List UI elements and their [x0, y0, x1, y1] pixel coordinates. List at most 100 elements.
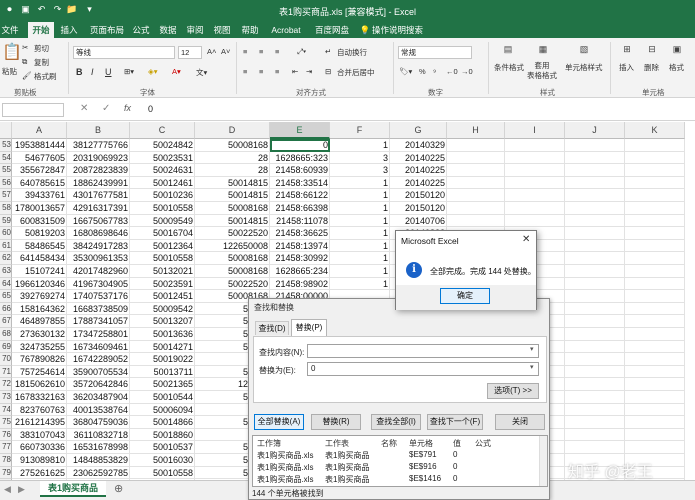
insert-cells-icon[interactable]: ⊞: [617, 43, 637, 55]
cell-j[interactable]: [565, 277, 625, 291]
paste-icon[interactable]: 📋: [2, 44, 22, 62]
replace-all-button[interactable]: 全部替换(A): [254, 414, 304, 430]
cell-j[interactable]: [565, 214, 625, 228]
cell-k[interactable]: [625, 416, 685, 429]
cell-k[interactable]: [625, 290, 685, 303]
cell-b[interactable]: 42017482960: [67, 265, 130, 278]
fill-color-icon[interactable]: ◈▾: [148, 67, 158, 76]
cell-b[interactable]: 42916317391: [67, 202, 130, 215]
cell-j[interactable]: [565, 239, 625, 253]
cell-a[interactable]: 641458434: [12, 252, 67, 265]
format-cells-icon[interactable]: ▣: [667, 43, 687, 55]
cell-a[interactable]: 355672847: [12, 164, 67, 177]
cell-a[interactable]: 1953881444: [12, 139, 67, 152]
row-header[interactable]: 75: [0, 416, 12, 429]
cell-j[interactable]: [565, 139, 625, 152]
select-all-corner[interactable]: [0, 122, 12, 139]
cell-g[interactable]: 20140706: [390, 214, 447, 228]
find-input[interactable]: [307, 344, 539, 358]
cell-a[interactable]: 1966120346: [12, 277, 67, 291]
cell-j[interactable]: [565, 328, 625, 341]
cell-h[interactable]: [447, 214, 505, 228]
cell-a[interactable]: 158164362: [12, 302, 67, 316]
paste-button[interactable]: 粘贴: [2, 66, 17, 77]
number-format-select[interactable]: 常规: [398, 46, 472, 59]
results-scrollbar[interactable]: [539, 436, 547, 486]
tab-review[interactable]: 审阅: [183, 22, 207, 38]
cell-c[interactable]: 50010558: [130, 466, 195, 480]
cell-j[interactable]: [565, 202, 625, 215]
cell-j[interactable]: [565, 416, 625, 429]
cell-c[interactable]: 50009542: [130, 302, 195, 316]
cell-h[interactable]: [447, 139, 505, 152]
cell-a[interactable]: 660730336: [12, 441, 67, 454]
cell-k[interactable]: [625, 151, 685, 165]
cell-b[interactable]: 35900705534: [67, 365, 130, 379]
cell-c[interactable]: 50013636: [130, 328, 195, 341]
cell-d[interactable]: 50008168: [195, 202, 270, 215]
cell-a[interactable]: 2161214395: [12, 416, 67, 429]
copy-button[interactable]: 复制: [34, 57, 49, 68]
row-header[interactable]: 77: [0, 441, 12, 454]
cell-e[interactable]: 21458:11078: [270, 214, 330, 228]
cell-k[interactable]: [625, 391, 685, 404]
cell-d[interactable]: 122650008: [195, 239, 270, 253]
cell-c[interactable]: 50021365: [130, 378, 195, 391]
prev-sheet-icon[interactable]: ◀: [4, 484, 11, 495]
cell-c[interactable]: 50132021: [130, 265, 195, 278]
row-header[interactable]: 64: [0, 277, 12, 291]
cell-c[interactable]: 50006094: [130, 403, 195, 417]
cell-j[interactable]: [565, 353, 625, 366]
insert-cells-button[interactable]: 插入: [619, 62, 634, 73]
cell-c[interactable]: 50023531: [130, 151, 195, 165]
row-header[interactable]: 78: [0, 454, 12, 467]
decrease-decimal-icon[interactable]: →0: [461, 67, 473, 76]
cell-k[interactable]: [625, 277, 685, 291]
cell-e[interactable]: 0: [270, 139, 330, 152]
row-header[interactable]: 70: [0, 353, 12, 366]
cell-k[interactable]: [625, 139, 685, 152]
cell-g[interactable]: 20140225: [390, 151, 447, 165]
column-header-i[interactable]: I: [505, 122, 565, 139]
row-header[interactable]: 68: [0, 328, 12, 341]
cell-f[interactable]: 1: [330, 214, 390, 228]
cell-j[interactable]: [565, 265, 625, 278]
options-button[interactable]: 选项(T) >>: [487, 383, 539, 399]
column-header-b[interactable]: B: [67, 122, 130, 139]
cell-j[interactable]: [565, 164, 625, 177]
cell-c[interactable]: 50009549: [130, 214, 195, 228]
bold-button[interactable]: B: [76, 67, 83, 77]
row-header[interactable]: 66: [0, 302, 12, 316]
cell-i[interactable]: [505, 189, 565, 202]
insert-function-icon[interactable]: fx: [124, 103, 131, 113]
close-button[interactable]: 关闭: [495, 414, 545, 430]
font-color-icon[interactable]: A▾: [172, 67, 181, 76]
cell-b[interactable]: 16742289052: [67, 353, 130, 366]
cell-h[interactable]: [447, 202, 505, 215]
increase-indent-icon[interactable]: ⇥: [306, 67, 312, 76]
cell-f[interactable]: 1: [330, 139, 390, 152]
align-center-icon[interactable]: ≡: [259, 67, 263, 76]
format-painter-icon[interactable]: 🖌: [22, 71, 32, 80]
cell-h[interactable]: [447, 151, 505, 165]
cell-b[interactable]: 16675067783: [67, 214, 130, 228]
cell-a[interactable]: 324735255: [12, 340, 67, 354]
cell-f[interactable]: 3: [330, 164, 390, 177]
cell-c[interactable]: 50012461: [130, 176, 195, 190]
row-header[interactable]: 71: [0, 365, 12, 379]
tab-find[interactable]: 查找(D): [255, 321, 289, 335]
cell-a[interactable]: 383107043: [12, 428, 67, 442]
delete-cells-icon[interactable]: ⊟: [642, 43, 662, 55]
cell-i[interactable]: [505, 139, 565, 152]
cell-e[interactable]: 1628665:323: [270, 151, 330, 165]
sheet-tab-active[interactable]: 表1购买商品: [40, 481, 106, 497]
cell-i[interactable]: [505, 151, 565, 165]
cell-c[interactable]: 50016030: [130, 454, 195, 467]
cell-f[interactable]: 1: [330, 189, 390, 202]
cell-b[interactable]: 38424917283: [67, 239, 130, 253]
cell-j[interactable]: [565, 428, 625, 442]
row-header[interactable]: 60: [0, 227, 12, 240]
cell-a[interactable]: 58486545: [12, 239, 67, 253]
cell-k[interactable]: [625, 214, 685, 228]
cell-b[interactable]: 17407537176: [67, 290, 130, 303]
